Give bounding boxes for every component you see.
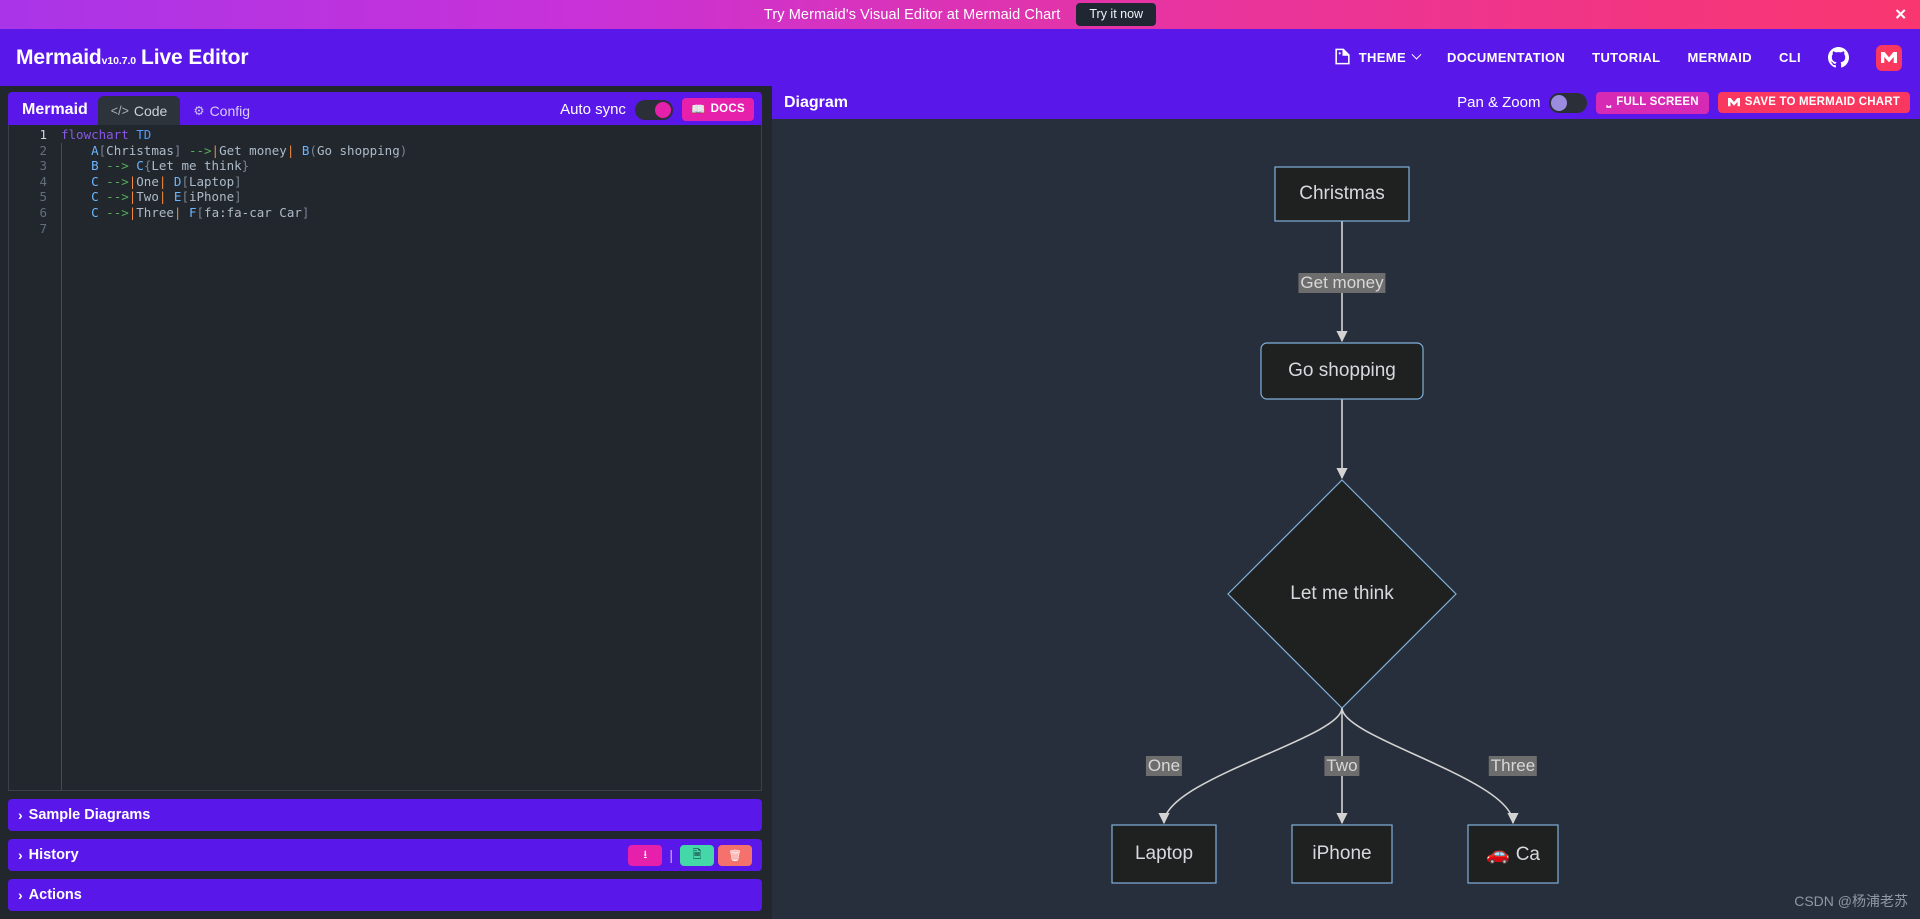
diagram-panel-title: Diagram [784,93,849,111]
delete-history-button[interactable]: 🗑 [718,844,752,866]
chevron-right-icon: › [18,887,23,903]
line-number: 2 [39,142,47,158]
brand-version: v10.7.0 [101,54,137,67]
edge-label: Get money [1298,273,1386,293]
github-icon[interactable] [1828,47,1849,68]
pan-zoom-toggle[interactable] [1549,92,1588,113]
chevron-right-icon: › [18,847,23,863]
code-icon: </> [110,103,129,118]
mermaid-chart-icon [1727,97,1740,108]
brand-suffix: Live Editor [141,45,249,69]
diagram-node[interactable] [1227,479,1457,709]
flowchart-svg [1111,166,1559,884]
watermark: CSDN @杨浦老苏 [1794,893,1908,909]
accordion-actions-label: Actions [28,887,82,903]
edge [1341,707,1519,825]
book-icon: 📖 [690,104,706,116]
tab-config[interactable]: ⚙ Config [180,96,263,125]
indent-guide [61,142,62,790]
toggle-knob [1551,94,1568,111]
accordion-history-label: History [28,847,79,863]
tab-code-label: Code [133,102,168,119]
line-number: 6 [39,204,47,220]
save-to-mermaid-chart-button[interactable]: SAVE TO MERMAID CHART [1717,92,1910,113]
save-history-button[interactable]: ⭳ [628,844,663,866]
close-icon[interactable]: ✕ [1894,7,1907,22]
code-line-2: A[Christmas] -->|Get money| B(Go shoppin… [91,142,408,158]
save-to-mermaid-chart-label: SAVE TO MERMAID CHART [1744,96,1900,108]
code-editor[interactable]: 1 2 3 4 5 6 7 flowchart TD A[Christmas] … [8,125,762,791]
edge-label: Two [1324,756,1360,776]
docs-button-label: DOCS [710,103,745,115]
chevron-right-icon: › [18,807,23,823]
promo-text: Try Mermaid's Visual Editor at Mermaid C… [763,6,1061,23]
toggle-knob [654,101,671,118]
nav-documentation[interactable]: DOCUMENTATION [1447,50,1565,65]
diagram-header: Diagram Pan & Zoom ⎵ FULL SCREEN SAVE TO… [772,86,1920,119]
code-line-5: C -->|Two| E[iPhone] [91,189,242,205]
edge-label: One [1145,756,1183,776]
nav-cli[interactable]: CLI [1779,50,1801,65]
try-it-now-button[interactable]: Try it now [1076,2,1157,27]
nav-links: THEME DOCUMENTATION TUTORIAL MERMAID CLI [1333,44,1902,71]
code-line-3: B --> C{Let me think} [91,158,250,174]
promo-banner: Try Mermaid's Visual Editor at Mermaid C… [0,0,1920,29]
nav-tutorial[interactable]: TUTORIAL [1592,50,1660,65]
accordion-history[interactable]: › History ⭳ | 🗎 🗑 [8,839,762,871]
code-line-4: C -->|One| D[Laptop] [91,173,242,189]
accordion-panels: › Sample Diagrams › History ⭳ | 🗎 🗑 › Ac… [8,799,762,911]
docs-button[interactable]: 📖 DOCS [681,98,754,121]
tab-code[interactable]: </> Code [97,96,181,125]
diagram-node[interactable] [1111,824,1217,884]
history-actions: ⭳ | 🗎 🗑 [628,844,752,866]
editor-pane: Mermaid </> Code ⚙ Config Auto sync 📖 DO… [0,86,770,919]
theme-icon [1333,47,1352,69]
navbar: Mermaid v10.7.0 Live Editor THEME DOCUMENT… [0,29,1920,86]
line-number: 1 [39,127,47,142]
accordion-sample-diagrams-label: Sample Diagrams [28,807,151,823]
code-line-1: flowchart TD [61,127,152,142]
nav-theme[interactable]: THEME [1333,47,1422,69]
code-text-area[interactable]: flowchart TD A[Christmas] -->|Get money|… [55,127,761,790]
nav-theme-label: THEME [1358,50,1406,65]
external-link-icon: ⎵ [1606,95,1612,108]
code-line-6: C -->|Three| F[fa:fa-car Car] [91,204,310,220]
main-content: Mermaid </> Code ⚙ Config Auto sync 📖 DO… [0,86,1920,919]
diagram-node[interactable] [1291,824,1393,884]
mermaid-chart-logo[interactable] [1876,44,1902,71]
diagram-node[interactable] [1260,342,1424,400]
line-number: 4 [39,173,47,189]
diagram-pane: Diagram Pan & Zoom ⎵ FULL SCREEN SAVE TO… [770,86,1920,919]
full-screen-button[interactable]: ⎵ FULL SCREEN [1596,91,1709,114]
auto-sync-label: Auto sync [560,101,626,118]
editor-toolbar: Auto sync 📖 DOCS [560,98,762,125]
editor-panel-title: Mermaid [22,101,88,118]
divider: | [669,847,673,863]
line-number-gutter: 1 2 3 4 5 6 7 [9,127,55,790]
nav-mermaid[interactable]: MERMAID [1687,50,1752,65]
diagram-canvas[interactable]: Christmas Go shopping Let me think Laptop iP… [772,119,1920,919]
gear-icon: ⚙ [193,104,205,118]
edge [1158,707,1343,825]
pan-zoom-label: Pan & Zoom [1457,94,1541,111]
diagram-toolbar: Pan & Zoom ⎵ FULL SCREEN SAVE TO MERMAID… [1457,91,1910,114]
line-number: 3 [39,158,47,174]
tab-config-label: Config [209,102,251,119]
brand-logo[interactable]: Mermaid v10.7.0 Live Editor [16,45,249,70]
diagram-node[interactable] [1467,824,1559,884]
line-number: 5 [39,189,47,205]
accordion-sample-diagrams[interactable]: › Sample Diagrams [8,799,762,831]
edge-label: Three [1488,756,1538,776]
full-screen-label: FULL SCREEN [1616,96,1699,108]
diagram-node[interactable] [1274,166,1410,222]
accordion-actions[interactable]: › Actions [8,879,762,911]
brand-name: Mermaid [16,45,102,69]
auto-sync-toggle[interactable] [634,99,673,120]
chevron-down-icon [1411,49,1422,60]
line-number: 7 [39,220,47,236]
copy-history-button[interactable]: 🗎 [680,844,714,866]
editor-tabbar: Mermaid </> Code ⚙ Config Auto sync 📖 DO… [8,92,762,125]
